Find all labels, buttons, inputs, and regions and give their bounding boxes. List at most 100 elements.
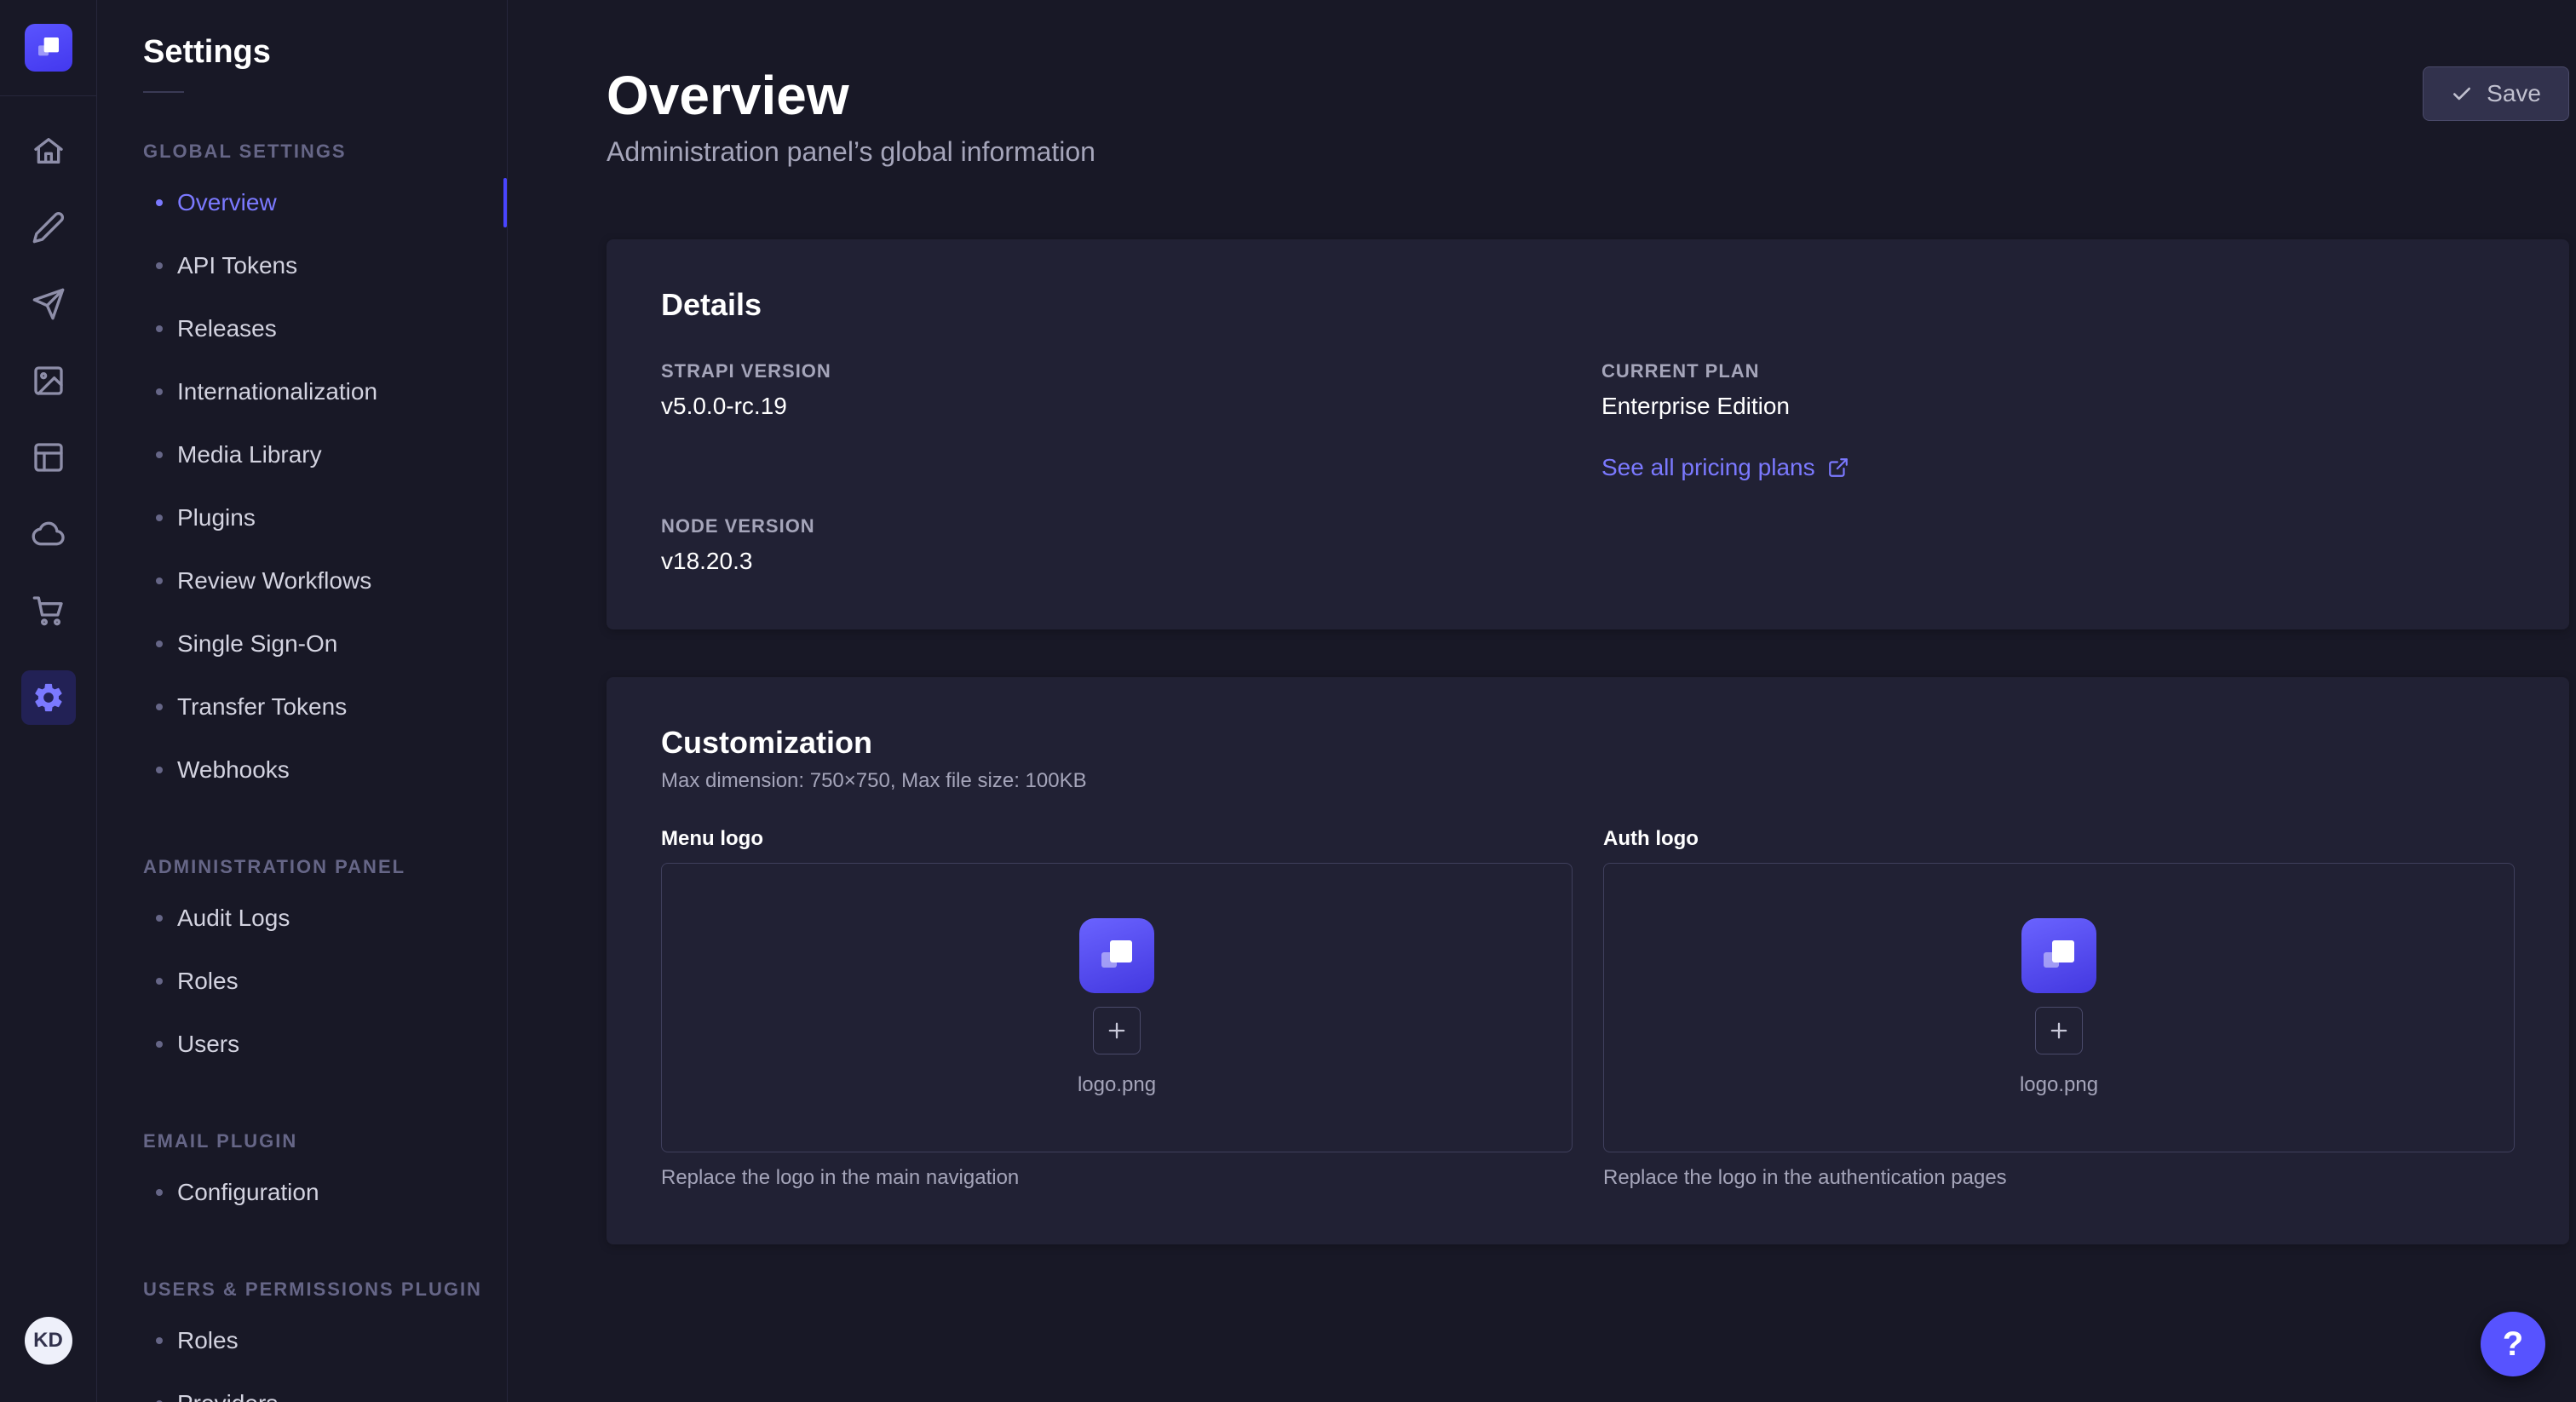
bullet-icon xyxy=(156,388,163,395)
settings-nav-item-admin-roles[interactable]: Roles xyxy=(97,950,507,1013)
bullet-icon xyxy=(156,262,163,269)
bullet-icon xyxy=(156,767,163,773)
auth-logo-filename: logo.png xyxy=(2020,1073,2098,1097)
details-card: Details STRAPI VERSION v5.0.0-rc.19 NODE… xyxy=(607,239,2569,629)
page-subtitle: Administration panel’s global informatio… xyxy=(607,136,1095,168)
auth-logo-helper: Replace the logo in the authentication p… xyxy=(1603,1166,2515,1190)
strapi-version-label: STRAPI VERSION xyxy=(661,360,1574,382)
help-button[interactable]: ? xyxy=(2481,1312,2545,1376)
settings-nav-item-plugins[interactable]: Plugins xyxy=(97,486,507,549)
save-button-label: Save xyxy=(2487,80,2541,107)
bullet-icon xyxy=(156,641,163,647)
cloud-icon xyxy=(32,517,66,551)
subnav-title: Settings xyxy=(143,34,507,71)
section-label-administration-panel: ADMINISTRATION PANEL xyxy=(143,856,507,878)
rail-item-marketplace[interactable] xyxy=(32,594,66,628)
auth-logo-preview xyxy=(2021,918,2096,993)
settings-nav-item-media-library[interactable]: Media Library xyxy=(97,423,507,486)
settings-nav-item-review-workflows[interactable]: Review Workflows xyxy=(97,549,507,612)
menu-logo-preview xyxy=(1079,918,1154,993)
auth-logo-add-button[interactable] xyxy=(2035,1007,2083,1054)
customization-card-title: Customization xyxy=(661,725,2515,761)
auth-logo-label: Auth logo xyxy=(1603,827,2515,851)
settings-nav-item-webhooks[interactable]: Webhooks xyxy=(97,738,507,802)
strapi-version-value: v5.0.0-rc.19 xyxy=(661,393,1574,420)
pricing-plans-link-label: See all pricing plans xyxy=(1601,454,1815,481)
settings-gear-icon xyxy=(32,681,66,715)
bullet-icon xyxy=(156,451,163,458)
content-manager-pen-icon xyxy=(32,210,66,244)
menu-logo-filename: logo.png xyxy=(1078,1073,1156,1097)
rail-item-cloud[interactable] xyxy=(32,517,66,551)
user-avatar[interactable]: KD xyxy=(25,1317,72,1365)
settings-nav-item-up-roles[interactable]: Roles xyxy=(97,1309,507,1372)
check-icon xyxy=(2451,83,2473,105)
question-mark-icon: ? xyxy=(2503,1325,2523,1364)
menu-logo-dropzone: logo.png xyxy=(661,863,1573,1152)
section-label-global-settings: GLOBAL SETTINGS xyxy=(143,141,507,163)
current-plan-value: Enterprise Edition xyxy=(1601,393,2515,420)
avatar-initials: KD xyxy=(33,1329,63,1353)
menu-logo-add-button[interactable] xyxy=(1093,1007,1141,1054)
section-label-email-plugin: EMAIL PLUGIN xyxy=(143,1130,507,1152)
menu-logo-helper: Replace the logo in the main navigation xyxy=(661,1166,1573,1190)
main-content: Overview Administration panel’s global i… xyxy=(508,0,2576,1402)
rail-item-content-manager[interactable] xyxy=(32,210,66,244)
settings-nav-item-releases[interactable]: Releases xyxy=(97,297,507,360)
external-link-icon xyxy=(1827,457,1849,479)
rail-item-media-library[interactable] xyxy=(32,364,66,398)
section-label-users-permissions-plugin: USERS & PERMISSIONS PLUGIN xyxy=(143,1278,507,1301)
plus-icon xyxy=(2047,1019,2071,1043)
rail-divider xyxy=(0,95,97,96)
subnav-title-divider xyxy=(143,91,184,93)
rail-item-home[interactable] xyxy=(32,134,66,168)
settings-nav-item-transfer-tokens[interactable]: Transfer Tokens xyxy=(97,675,507,738)
settings-nav-item-api-tokens[interactable]: API Tokens xyxy=(97,234,507,297)
bullet-icon xyxy=(156,1189,163,1196)
bullet-icon xyxy=(156,1041,163,1048)
settings-nav-item-email-configuration[interactable]: Configuration xyxy=(97,1161,507,1224)
content-type-builder-layout-icon xyxy=(32,440,66,474)
media-library-icon xyxy=(32,364,66,398)
marketplace-cart-icon xyxy=(32,594,66,628)
bullet-icon xyxy=(156,199,163,206)
strapi-logo-icon xyxy=(1096,935,1137,976)
page-header: Overview Administration panel’s global i… xyxy=(607,55,2569,168)
rail-item-content-type-builder[interactable] xyxy=(32,440,66,474)
settings-nav-item-admin-users[interactable]: Users xyxy=(97,1013,507,1076)
strapi-version-field: STRAPI VERSION v5.0.0-rc.19 xyxy=(661,360,1574,420)
settings-nav-item-single-sign-on[interactable]: Single Sign-On xyxy=(97,612,507,675)
bullet-icon xyxy=(156,325,163,332)
save-button[interactable]: Save xyxy=(2423,66,2569,121)
icon-rail: KD xyxy=(0,0,97,1402)
node-version-field: NODE VERSION v18.20.3 xyxy=(661,515,1574,575)
current-plan-label: CURRENT PLAN xyxy=(1601,360,2515,382)
settings-nav-item-internationalization[interactable]: Internationalization xyxy=(97,360,507,423)
releases-paper-plane-icon xyxy=(32,287,66,321)
settings-nav-item-overview[interactable]: Overview xyxy=(97,171,507,234)
pricing-plans-link[interactable]: See all pricing plans xyxy=(1601,454,1849,481)
page-title: Overview xyxy=(607,65,1095,128)
details-card-title: Details xyxy=(661,287,2515,323)
settings-nav-item-up-providers[interactable]: Providers xyxy=(97,1372,507,1402)
bullet-icon xyxy=(156,1337,163,1344)
strapi-logo-icon xyxy=(35,34,62,61)
current-plan-field: CURRENT PLAN Enterprise Edition xyxy=(1601,360,2515,420)
settings-nav-item-audit-logs[interactable]: Audit Logs xyxy=(97,887,507,950)
home-icon xyxy=(32,134,66,168)
customization-card-subtitle: Max dimension: 750×750, Max file size: 1… xyxy=(661,769,2515,793)
auth-logo-dropzone: logo.png xyxy=(1603,863,2515,1152)
app-logo-button[interactable] xyxy=(25,24,72,72)
rail-item-settings[interactable] xyxy=(21,670,76,725)
settings-subnav: Settings GLOBAL SETTINGS Overview API To… xyxy=(97,0,508,1402)
bullet-icon xyxy=(156,978,163,985)
node-version-value: v18.20.3 xyxy=(661,548,1574,575)
plus-icon xyxy=(1105,1019,1129,1043)
menu-logo-section: Menu logo logo.png Replace the logo in t… xyxy=(661,827,1573,1190)
rail-item-releases[interactable] xyxy=(32,287,66,321)
node-version-label: NODE VERSION xyxy=(661,515,1574,537)
strapi-logo-icon xyxy=(2038,935,2079,976)
bullet-icon xyxy=(156,577,163,584)
bullet-icon xyxy=(156,514,163,521)
bullet-icon xyxy=(156,704,163,710)
